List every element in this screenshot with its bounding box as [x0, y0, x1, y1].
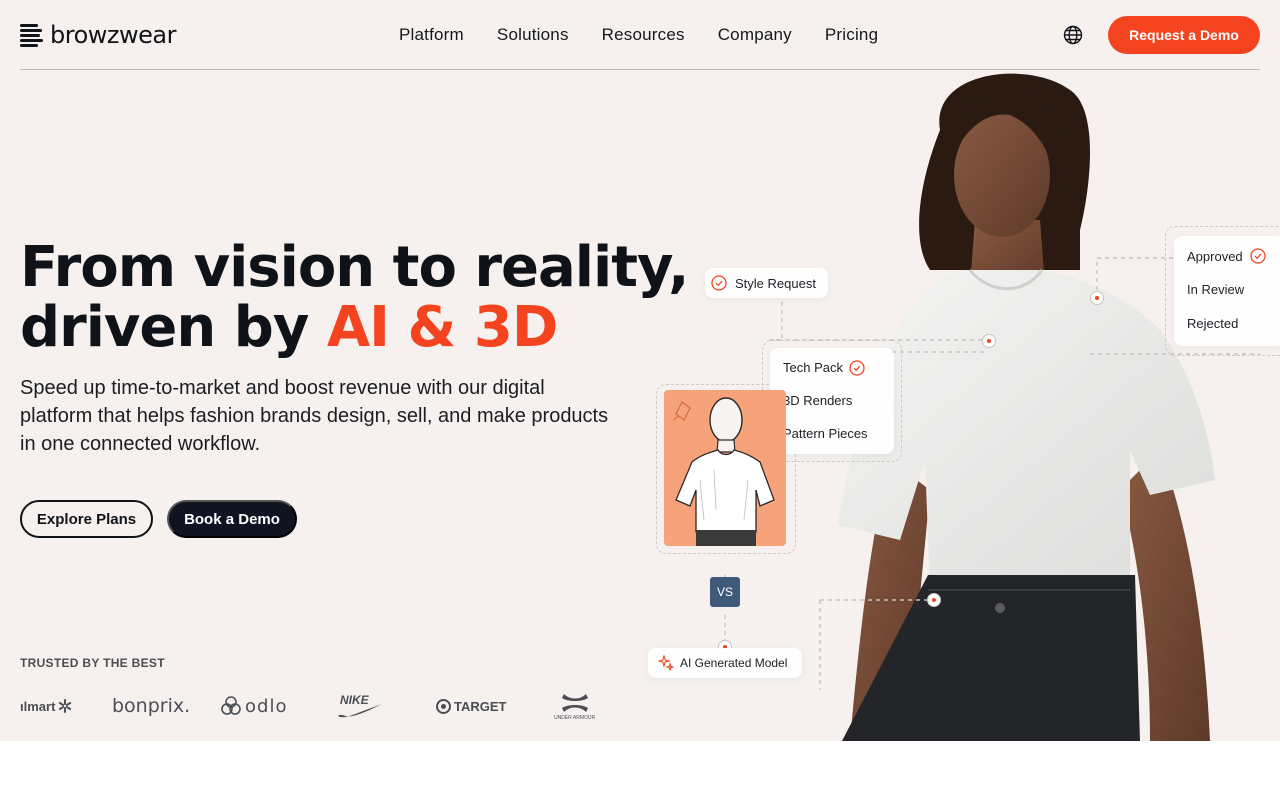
svg-text:NIKE: NIKE [340, 693, 370, 707]
check-icon [849, 360, 865, 376]
menu-item-resources[interactable]: Resources [602, 25, 685, 45]
style-request-label: Style Request [735, 275, 816, 291]
top-nav: browzwear Platform Solutions Resources C… [20, 0, 1260, 70]
sparkle-icon [658, 655, 674, 671]
style-request-chip[interactable]: Style Request [705, 268, 828, 298]
status-approved-label: Approved [1187, 248, 1243, 264]
pattern-row[interactable]: Pattern Pieces [783, 426, 894, 442]
headline-line-2: driven by AI & 3D [20, 298, 688, 358]
logo-icon [20, 23, 44, 47]
sketch-card [664, 390, 786, 546]
ai-model-label: AI Generated Model [680, 656, 788, 670]
hero-section: browzwear Platform Solutions Resources C… [0, 0, 1280, 741]
renders-row[interactable]: 3D Renders [783, 393, 894, 409]
tech-pack-row[interactable]: Tech Pack [783, 360, 894, 376]
status-in-review[interactable]: In Review [1187, 282, 1280, 298]
check-icon [711, 275, 727, 291]
hero-headline: From vision to reality, driven by AI & 3… [20, 235, 689, 358]
bonprix-logo: bonprix. [112, 695, 191, 717]
explore-plans-button[interactable]: Explore Plans [20, 500, 153, 538]
tech-pack-card: Tech Pack 3D Renders Pattern Pieces [770, 348, 894, 454]
target-logo: TARGET [436, 688, 506, 724]
connector-dot [1090, 291, 1104, 305]
globe-icon[interactable] [1063, 25, 1083, 45]
check-icon [1250, 248, 1266, 264]
menu-item-pricing[interactable]: Pricing [825, 25, 878, 45]
status-rejected[interactable]: Rejected [1187, 316, 1280, 332]
menu-item-solutions[interactable]: Solutions [497, 25, 569, 45]
walmart-logo: ılmart [20, 688, 72, 724]
headline-accent: AI & 3D [326, 295, 558, 360]
hero-subtext: Speed up time-to-market and boost revenu… [20, 377, 609, 455]
ai-model-chip[interactable]: AI Generated Model [648, 648, 802, 678]
tech-pack-label: Tech Pack [783, 360, 843, 375]
under-armour-logo: UNDER ARMOUR [554, 688, 595, 724]
status-approved[interactable]: Approved [1187, 248, 1280, 264]
brand-logo[interactable]: browzwear [20, 22, 176, 48]
vs-badge: VS [710, 577, 740, 607]
menu-item-platform[interactable]: Platform [399, 25, 464, 45]
logo-text: browzwear [50, 21, 176, 49]
trusted-label: TRUSTED BY THE BEST [20, 656, 165, 670]
connector-dot [982, 334, 996, 348]
status-card: Approved In Review Rejected [1174, 236, 1280, 346]
headline-prefix: driven by [20, 295, 327, 360]
nike-logo: NIKE [336, 688, 384, 724]
connector-dot [927, 593, 941, 607]
book-demo-button[interactable]: Book a Demo [167, 500, 297, 538]
headline-line-1: From vision to reality, [20, 235, 689, 300]
request-demo-button[interactable]: Request a Demo [1108, 16, 1260, 54]
menu-item-company[interactable]: Company [718, 25, 792, 45]
brand-logos-strip: ılmart bonprix. odlo NIKE TARGET UNDER A… [20, 688, 600, 724]
odlo-logo: odlo [220, 688, 287, 724]
tshirt-sketch [673, 397, 775, 546]
main-menu: Platform Solutions Resources Company Pri… [399, 25, 878, 45]
